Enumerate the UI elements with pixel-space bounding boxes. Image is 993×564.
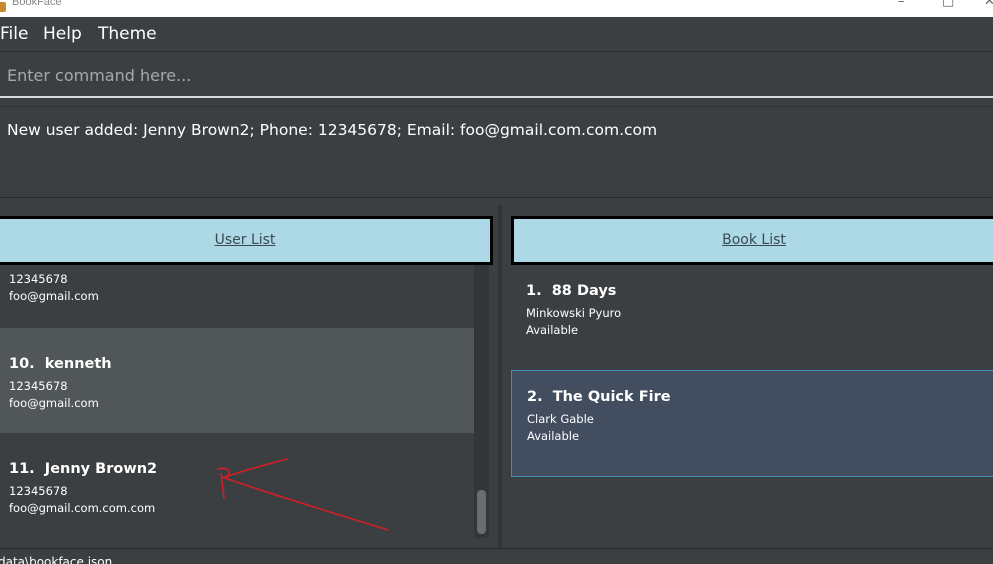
book-status: Available: [526, 323, 579, 337]
user-email: foo@gmail.com: [9, 396, 99, 410]
user-phone: 12345678: [9, 379, 68, 393]
book-author: Minkowski Pyuro: [526, 306, 622, 320]
book-list-title: Book List: [722, 232, 786, 248]
split-divider[interactable]: [498, 205, 502, 548]
menu-help[interactable]: Help: [43, 24, 82, 44]
result-display: New user added: Jenny Brown2; Phone: 123…: [0, 106, 993, 198]
book-title: 1. 88 Days: [526, 283, 617, 299]
user-list-title: User List: [214, 232, 276, 248]
maximize-icon[interactable]: □: [942, 0, 954, 9]
book-author: Clark Gable: [527, 412, 594, 426]
title-bar: BookFace – □ ✕: [0, 0, 993, 17]
user-card[interactable]: 12345678 foo@gmail.com: [0, 265, 474, 328]
scrollbar-thumb[interactable]: [477, 490, 486, 534]
book-card[interactable]: 1. 88 Days Minkowski Pyuro Available: [512, 265, 993, 370]
user-phone: 12345678: [9, 272, 68, 286]
menu-theme[interactable]: Theme: [98, 24, 157, 44]
book-title: 2. The Quick Fire: [527, 389, 671, 405]
user-list-header: User List: [0, 216, 493, 265]
user-phone: 12345678: [9, 484, 68, 498]
command-box: [0, 53, 993, 98]
user-card-selected[interactable]: 10. kenneth 12345678 foo@gmail.com: [0, 328, 474, 433]
app-icon: [0, 2, 6, 12]
minimize-icon[interactable]: –: [898, 0, 905, 9]
user-email: foo@gmail.com: [9, 289, 99, 303]
status-bar: data\bookface.json: [0, 548, 993, 564]
book-card-selected[interactable]: 2. The Quick Fire Clark Gable Available: [511, 370, 993, 477]
save-location: data\bookface.json: [0, 555, 113, 564]
window-title: BookFace: [12, 0, 62, 8]
result-message: New user added: Jenny Brown2; Phone: 123…: [7, 121, 658, 139]
book-status: Available: [527, 429, 580, 443]
user-email: foo@gmail.com.com.com: [9, 501, 156, 515]
lists-area: User List 12345678 foo@gmail.com 10. ken…: [0, 205, 993, 548]
close-icon[interactable]: ✕: [984, 0, 993, 9]
user-name: 10. kenneth: [9, 356, 112, 372]
user-card[interactable]: 11. Jenny Brown2 12345678 foo@gmail.com.…: [0, 433, 474, 538]
command-input[interactable]: [0, 53, 993, 98]
menu-bar: File Help Theme: [0, 17, 993, 52]
book-list-header: Book List: [511, 216, 993, 265]
user-name: 11. Jenny Brown2: [9, 461, 158, 477]
menu-file[interactable]: File: [0, 24, 28, 44]
